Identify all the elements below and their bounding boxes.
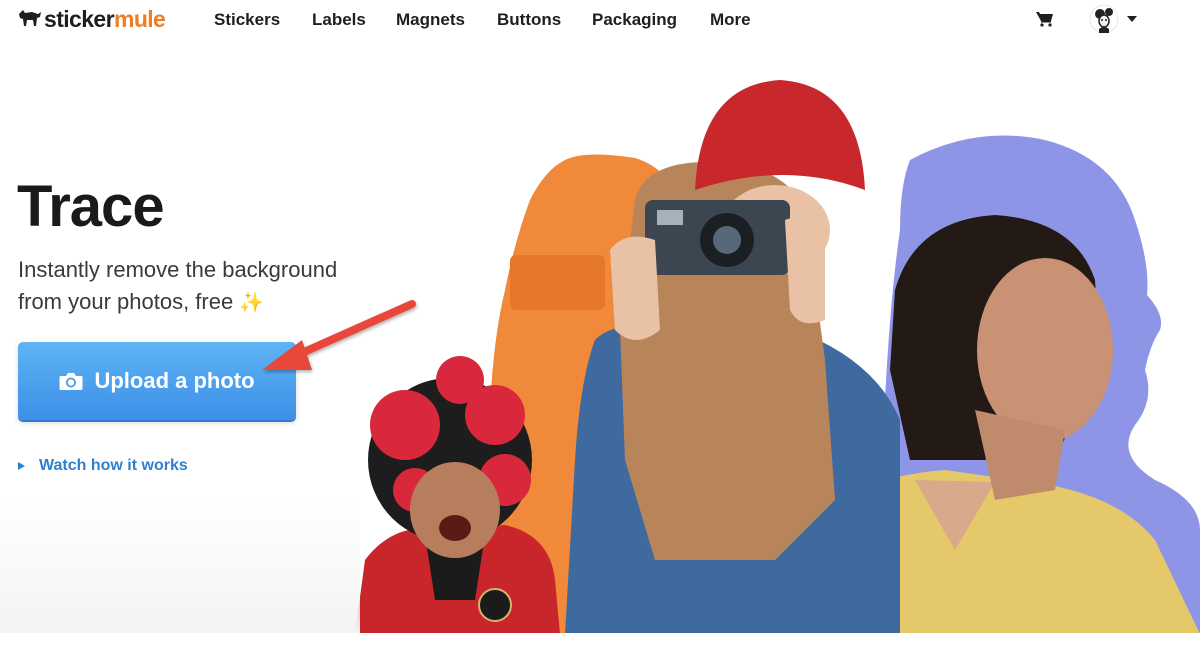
camera-icon: [59, 373, 83, 390]
stickermule-logo[interactable]: stickermule: [18, 4, 166, 34]
page-title: Trace: [17, 174, 165, 239]
logo-part-2: mule: [113, 6, 166, 32]
nav-item-magnets[interactable]: Magnets: [396, 9, 465, 31]
upload-button-label: Upload a photo: [94, 368, 255, 393]
watch-link-label: Watch how it works: [39, 457, 188, 474]
account-menu[interactable]: [1089, 4, 1137, 34]
red-arrow-annotation: [262, 300, 416, 370]
cart-icon[interactable]: [1036, 11, 1054, 27]
page-baseline: [0, 633, 1200, 648]
bottom-fade: [0, 500, 360, 633]
orange-camera: [510, 255, 605, 310]
caret-down-icon: [1127, 16, 1137, 22]
logo-part-1: sticker: [44, 6, 115, 32]
nav-item-buttons[interactable]: Buttons: [497, 9, 561, 31]
play-triangle-icon: [18, 462, 25, 470]
nav-item-stickers[interactable]: Stickers: [214, 9, 280, 31]
hero-subtitle-line-1: Instantly remove the background: [18, 257, 338, 282]
woman-face: [977, 258, 1113, 442]
hero-photo-collage: [355, 80, 1200, 634]
user-avatar: [1089, 4, 1119, 34]
watch-how-it-works-link[interactable]: Watch how it works: [18, 456, 188, 476]
red-beanie: [695, 80, 865, 190]
nav-item-labels[interactable]: Labels: [312, 9, 366, 31]
mule-logo-icon: [19, 10, 41, 26]
nav-item-more[interactable]: More: [710, 9, 751, 31]
hero-subtitle-line-2: from your photos, free: [18, 289, 234, 314]
logo-wordmark: stickermule: [44, 4, 166, 34]
nav-item-packaging[interactable]: Packaging: [592, 9, 677, 31]
collage-illustration: [355, 80, 1200, 634]
child-face: [410, 462, 500, 558]
top-navigation: stickermule Stickers Labels Magnets Butt…: [0, 0, 1200, 40]
